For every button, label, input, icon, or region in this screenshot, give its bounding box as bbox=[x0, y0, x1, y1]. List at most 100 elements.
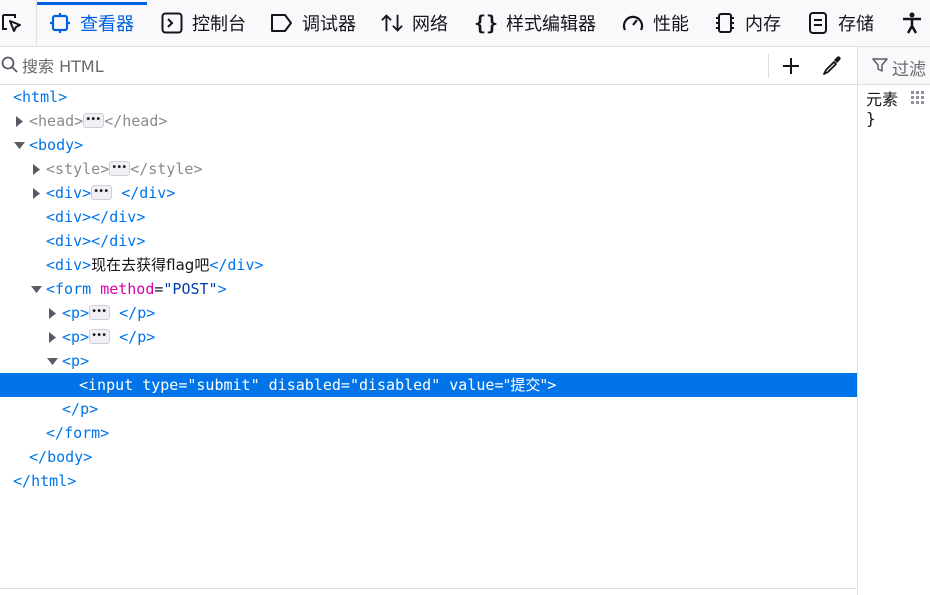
attr-value[interactable]: "POST" bbox=[163, 280, 217, 298]
debugger-icon bbox=[270, 11, 294, 35]
collapsed-ellipsis-icon[interactable] bbox=[89, 324, 111, 348]
search-input[interactable] bbox=[22, 55, 722, 77]
tag-name: style bbox=[148, 160, 194, 178]
attr-name[interactable]: type bbox=[142, 376, 178, 394]
tab-console[interactable]: 控制台 bbox=[160, 0, 246, 46]
collapse-arrow-icon[interactable] bbox=[46, 349, 58, 373]
tag-name: div bbox=[55, 208, 83, 226]
attr-name[interactable]: method bbox=[100, 280, 154, 298]
breadcrumb-divider bbox=[0, 588, 857, 589]
element-rule-label: 元素 bbox=[866, 90, 899, 109]
tag-name: html bbox=[22, 88, 59, 106]
expand-arrow-icon[interactable] bbox=[46, 301, 58, 325]
tree-node-div[interactable]: <div></div> bbox=[0, 229, 857, 253]
network-icon bbox=[380, 11, 404, 35]
tree-node-div-text[interactable]: <div>现在去获得flag吧</div> bbox=[0, 253, 857, 277]
tab-label: 样式编辑器 bbox=[506, 14, 596, 35]
accessibility-icon bbox=[900, 11, 924, 35]
tab-label: 查看器 bbox=[80, 14, 134, 35]
tab-style-editor[interactable]: {} 样式编辑器 bbox=[474, 0, 596, 46]
tab-inspector[interactable]: 查看器 bbox=[48, 0, 134, 46]
tab-network[interactable]: 网络 bbox=[380, 0, 448, 46]
tree-node-body[interactable]: <body> bbox=[0, 133, 857, 157]
add-node-button[interactable] bbox=[779, 54, 803, 78]
collapse-arrow-icon[interactable] bbox=[30, 277, 42, 301]
tree-node-form-close[interactable]: </form> bbox=[0, 421, 857, 445]
search-icon bbox=[1, 56, 19, 78]
tree-node-p[interactable]: <p> </p> bbox=[0, 324, 857, 349]
filter-icon bbox=[872, 57, 888, 77]
tree-node-input-selected[interactable]: <input type="submit" disabled="disabled"… bbox=[0, 373, 857, 397]
tag-name: head bbox=[38, 112, 75, 130]
tab-performance[interactable]: 性能 bbox=[621, 0, 689, 46]
tag-name: div bbox=[55, 256, 83, 274]
tab-debugger[interactable]: 调试器 bbox=[270, 0, 356, 46]
attr-value[interactable]: "submit" bbox=[187, 376, 259, 394]
attr-value[interactable]: "提交" bbox=[503, 376, 547, 394]
collapsed-ellipsis-icon[interactable] bbox=[83, 108, 105, 132]
tab-memory[interactable]: 内存 bbox=[713, 0, 781, 46]
tag-name: body bbox=[47, 448, 84, 466]
rule-closing-brace: } bbox=[866, 109, 876, 128]
attr-name[interactable]: value bbox=[449, 376, 494, 394]
attr-value[interactable]: "disabled" bbox=[350, 376, 440, 394]
rules-panel: 过滤 元素 } bbox=[857, 47, 930, 595]
performance-icon bbox=[621, 11, 645, 35]
tree-node-div[interactable]: <div> </div> bbox=[0, 180, 857, 205]
expand-arrow-icon[interactable] bbox=[30, 157, 42, 181]
tag-name: p bbox=[71, 352, 81, 370]
tag-name: p bbox=[71, 304, 81, 322]
tab-storage[interactable]: 存储 bbox=[806, 0, 874, 46]
color-picker-button[interactable] bbox=[820, 54, 844, 78]
tag-name: p bbox=[137, 304, 147, 322]
tree-node-body-close[interactable]: </body> bbox=[0, 445, 857, 469]
text-node: 现在去获得flag吧 bbox=[91, 256, 210, 274]
collapsed-ellipsis-icon[interactable] bbox=[89, 300, 111, 324]
tree-node-style[interactable]: <style></style> bbox=[0, 156, 857, 181]
grid-icon[interactable] bbox=[911, 90, 925, 109]
tag-name: div bbox=[227, 256, 255, 274]
tag-name: head bbox=[122, 112, 159, 130]
searchbar-divider bbox=[768, 54, 769, 78]
tree-node-p-close[interactable]: </p> bbox=[0, 397, 857, 421]
tab-label: 存储 bbox=[838, 14, 874, 35]
eyedropper-icon bbox=[823, 56, 841, 75]
element-picker-button[interactable] bbox=[0, 0, 32, 46]
collapse-arrow-icon[interactable] bbox=[13, 133, 25, 157]
tree-node-p[interactable]: <p> </p> bbox=[0, 300, 857, 325]
rules-filter-label: 过滤 bbox=[892, 60, 926, 80]
tree-node-head[interactable]: <head></head> bbox=[0, 108, 857, 133]
tree-node-form[interactable]: <form method="POST"> bbox=[0, 277, 857, 301]
tab-label: 控制台 bbox=[192, 14, 246, 35]
tag-name: html bbox=[31, 472, 68, 490]
expand-arrow-icon[interactable] bbox=[30, 181, 42, 205]
tree-node-html[interactable]: <html> bbox=[0, 85, 857, 109]
tab-accessibility[interactable] bbox=[900, 0, 930, 46]
tag-name: div bbox=[109, 232, 137, 250]
plus-icon bbox=[783, 58, 799, 74]
element-picker-icon bbox=[0, 11, 24, 35]
tag-name: p bbox=[137, 328, 147, 346]
devtools-toolbar: 查看器 控制台 调试器 网络 {} 样式编辑器 性能 内存 存储 bbox=[0, 0, 930, 47]
rules-filter-bar[interactable]: 过滤 bbox=[858, 47, 930, 85]
style-editor-icon: {} bbox=[473, 11, 499, 35]
tree-node-div[interactable]: <div></div> bbox=[0, 205, 857, 229]
tree-node-p-open[interactable]: <p> bbox=[0, 349, 857, 373]
toolbar-divider bbox=[36, 0, 37, 46]
storage-icon bbox=[806, 11, 830, 35]
tag-name: p bbox=[71, 328, 81, 346]
collapsed-ellipsis-icon[interactable] bbox=[91, 180, 113, 204]
expand-arrow-icon[interactable] bbox=[46, 325, 58, 349]
tag-name: body bbox=[38, 136, 75, 154]
tab-label: 网络 bbox=[412, 14, 448, 35]
tag-name: div bbox=[55, 232, 83, 250]
expand-arrow-icon[interactable] bbox=[13, 109, 25, 133]
tag-name: div bbox=[55, 184, 83, 202]
collapsed-ellipsis-icon[interactable] bbox=[109, 156, 131, 180]
tree-node-html-close[interactable]: </html> bbox=[0, 469, 857, 493]
markup-search-bar bbox=[0, 47, 857, 85]
tab-label: 性能 bbox=[653, 14, 689, 35]
markup-tree: <html> <head></head> <body> <style></sty… bbox=[0, 85, 857, 590]
attr-name[interactable]: disabled bbox=[269, 376, 341, 394]
memory-icon bbox=[713, 11, 737, 35]
